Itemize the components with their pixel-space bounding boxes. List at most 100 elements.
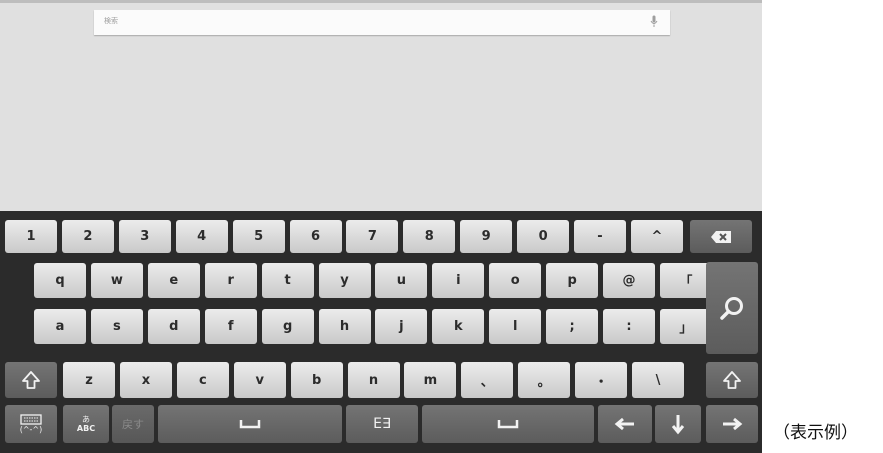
space-bar-icon bbox=[497, 419, 519, 429]
settings-key[interactable]: (^-^) bbox=[5, 405, 57, 443]
key-j[interactable]: j bbox=[375, 309, 428, 344]
key-7[interactable]: 7 bbox=[346, 220, 399, 253]
key-symbol-11[interactable]: 」 bbox=[659, 309, 712, 344]
key-label: 2 bbox=[83, 229, 93, 244]
status-strip bbox=[0, 0, 762, 3]
key-label: s bbox=[113, 319, 121, 334]
key-v[interactable]: v bbox=[233, 362, 286, 398]
search-key[interactable] bbox=[706, 262, 758, 354]
key-label: ; bbox=[569, 319, 575, 334]
key-label: r bbox=[227, 273, 234, 288]
key-c[interactable]: c bbox=[176, 362, 229, 398]
input-mode-key[interactable]: E∃ bbox=[346, 405, 418, 443]
key-label: ・ bbox=[594, 374, 608, 390]
key-label: 。 bbox=[537, 374, 551, 390]
space-key-left[interactable] bbox=[158, 405, 342, 443]
key-z[interactable]: z bbox=[63, 362, 115, 398]
key-b[interactable]: b bbox=[290, 362, 343, 398]
key-s[interactable]: s bbox=[90, 309, 143, 344]
key-8[interactable]: 8 bbox=[403, 220, 456, 253]
backspace-key[interactable] bbox=[690, 220, 752, 253]
key-9[interactable]: 9 bbox=[460, 220, 513, 253]
key-label: u bbox=[396, 273, 407, 288]
key-w[interactable]: w bbox=[90, 263, 143, 298]
key-u[interactable]: u bbox=[375, 263, 428, 298]
search-placeholder: 検索 bbox=[104, 17, 118, 25]
shift-arrow-icon bbox=[21, 370, 41, 390]
key-symbol-10[interactable]: @ bbox=[603, 263, 655, 298]
key-a[interactable]: a bbox=[34, 309, 86, 344]
screen: 検索 1 2 3 4 5 6 7 8 9 0 - ^ q w e r t y u i o p @ 「 a s d f g h j k l;:… bbox=[0, 0, 762, 453]
abc-label: ABC bbox=[76, 424, 96, 433]
key-label: v bbox=[255, 372, 264, 388]
key-t[interactable]: t bbox=[261, 263, 314, 298]
key-label: : bbox=[626, 319, 632, 334]
key-symbol-9[interactable]: ・ bbox=[575, 362, 628, 398]
key-3[interactable]: 3 bbox=[118, 220, 171, 253]
key-label: a bbox=[55, 319, 65, 334]
key-symbol-10[interactable]: : bbox=[603, 309, 655, 344]
backspace-icon bbox=[710, 230, 732, 244]
key-label: k bbox=[453, 319, 463, 334]
key-6[interactable]: 6 bbox=[289, 220, 342, 253]
shift-left-key[interactable] bbox=[5, 362, 57, 398]
key-n[interactable]: n bbox=[347, 362, 400, 398]
key-o[interactable]: o bbox=[489, 263, 542, 298]
key-4[interactable]: 4 bbox=[175, 220, 228, 253]
cursor-right-key[interactable] bbox=[706, 405, 758, 443]
space-bar-icon bbox=[239, 419, 261, 429]
key-label: e bbox=[169, 273, 179, 288]
key-y[interactable]: y bbox=[318, 263, 371, 298]
key-label: - bbox=[597, 229, 603, 244]
key-e[interactable]: e bbox=[147, 263, 200, 298]
key-q[interactable]: q bbox=[34, 263, 86, 298]
key-label: 4 bbox=[197, 229, 207, 244]
key-label: 8 bbox=[424, 229, 434, 244]
kana-label: あ bbox=[82, 415, 90, 424]
key-label: \ bbox=[655, 372, 661, 388]
key-l[interactable]: l bbox=[489, 309, 542, 344]
key-symbol-9[interactable]: ; bbox=[546, 309, 599, 344]
key-label: 6 bbox=[310, 229, 321, 244]
emoticon-label: (^-^) bbox=[19, 425, 43, 434]
key-label: @ bbox=[622, 273, 636, 288]
key-f[interactable]: f bbox=[204, 309, 257, 344]
display-example-caption: （表示例） bbox=[773, 423, 858, 443]
key-g[interactable]: g bbox=[261, 309, 314, 344]
key-label: j bbox=[399, 319, 404, 334]
microphone-icon[interactable] bbox=[650, 15, 658, 30]
key-h[interactable]: h bbox=[318, 309, 371, 344]
key-label: 9 bbox=[481, 229, 491, 244]
key-i[interactable]: i bbox=[432, 263, 485, 298]
shift-right-key[interactable] bbox=[706, 362, 758, 398]
key-symbol-11[interactable]: 「 bbox=[659, 263, 712, 298]
key-label: o bbox=[510, 273, 520, 288]
key-label: g bbox=[282, 319, 293, 334]
key-label: d bbox=[169, 319, 179, 334]
key-1[interactable]: 1 bbox=[5, 220, 57, 253]
undo-key[interactable]: 戻す bbox=[112, 405, 154, 443]
right-arrow-icon bbox=[721, 417, 743, 431]
key-symbol-7[interactable]: 、 bbox=[461, 362, 514, 398]
space-key-right[interactable] bbox=[422, 405, 594, 443]
cursor-down-key[interactable] bbox=[655, 405, 701, 443]
key-p[interactable]: p bbox=[546, 263, 599, 298]
key-x[interactable]: x bbox=[119, 362, 172, 398]
key-k[interactable]: k bbox=[432, 309, 485, 344]
search-bar[interactable]: 検索 bbox=[94, 10, 670, 35]
key-symbol-11[interactable]: ^ bbox=[630, 220, 683, 253]
key-symbol-10[interactable]: \ bbox=[632, 362, 684, 398]
key-label: 1 bbox=[26, 229, 36, 244]
key-5[interactable]: 5 bbox=[232, 220, 285, 253]
kana-abc-toggle-key[interactable]: あ ABC bbox=[63, 405, 109, 443]
key-r[interactable]: r bbox=[204, 263, 257, 298]
key-m[interactable]: m bbox=[404, 362, 457, 398]
key-symbol-10[interactable]: - bbox=[574, 220, 626, 253]
key-2[interactable]: 2 bbox=[61, 220, 114, 253]
key-label: n bbox=[368, 372, 379, 388]
key-symbol-8[interactable]: 。 bbox=[518, 362, 571, 398]
key-label: 5 bbox=[254, 229, 264, 244]
key-0[interactable]: 0 bbox=[517, 220, 570, 253]
key-d[interactable]: d bbox=[147, 309, 200, 344]
cursor-left-key[interactable] bbox=[598, 405, 652, 443]
